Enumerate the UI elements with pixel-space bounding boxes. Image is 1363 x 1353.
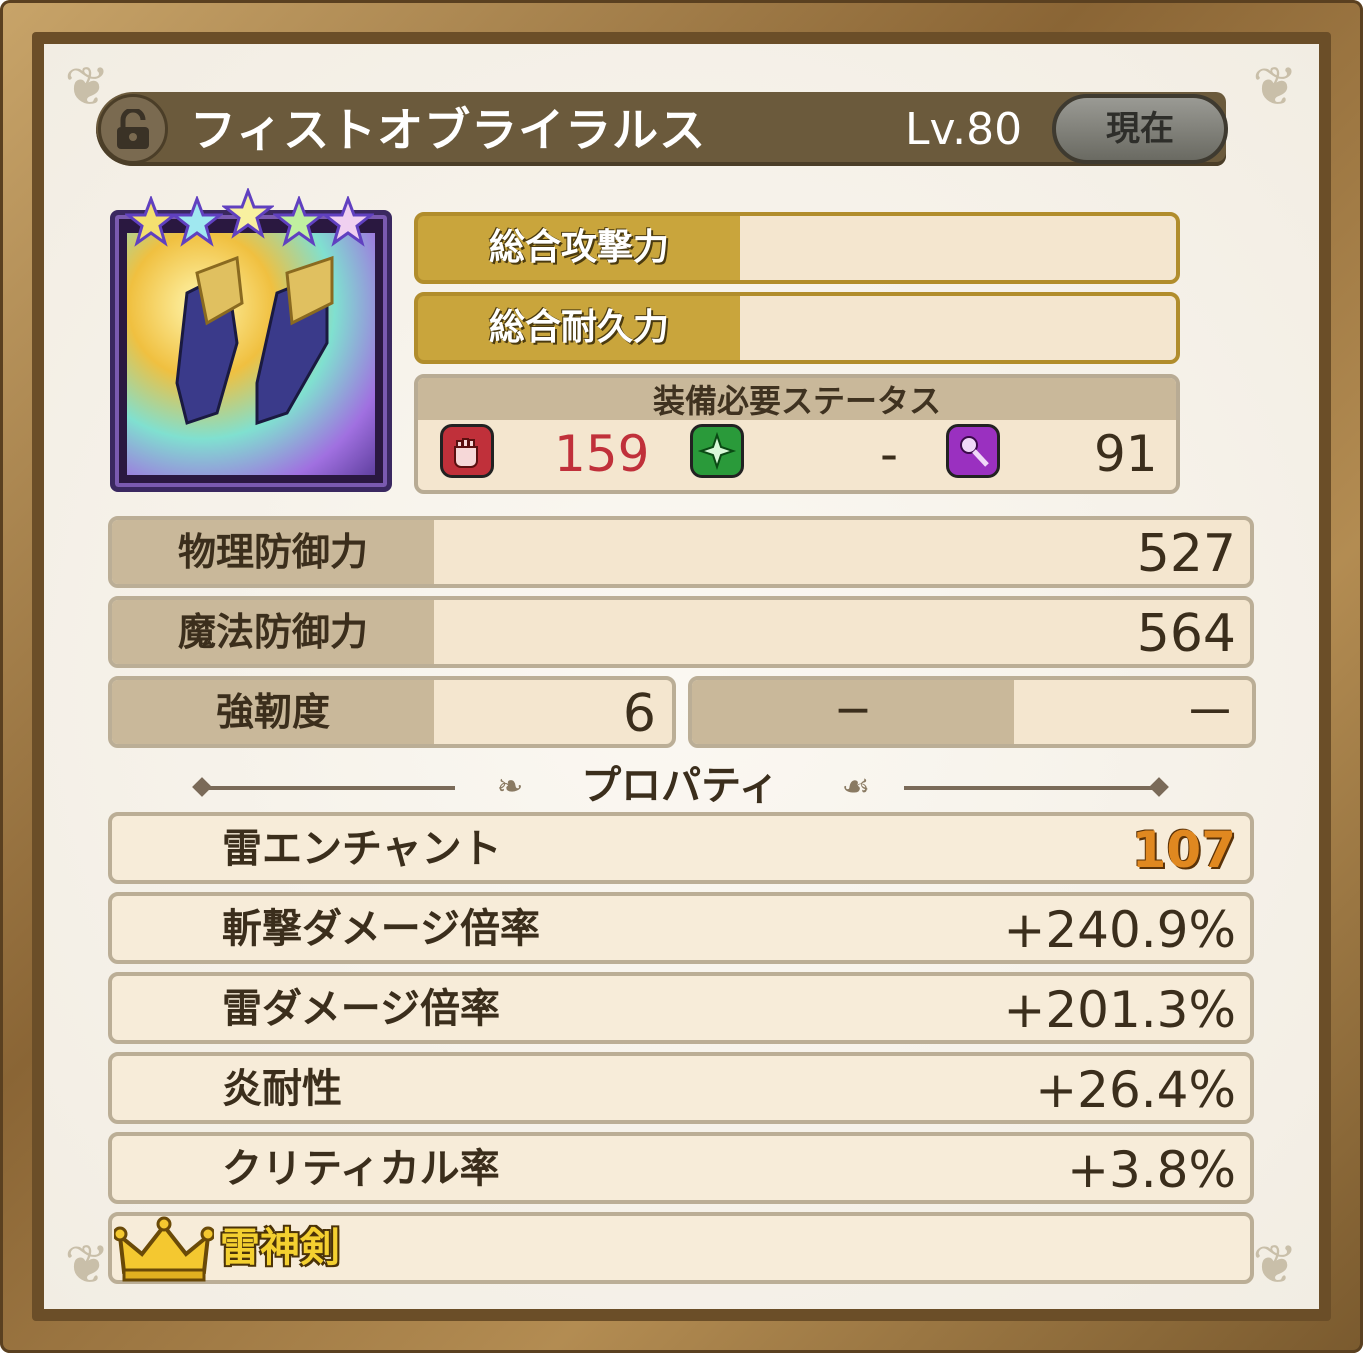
- property-value: +3.8%: [1067, 1141, 1236, 1199]
- property-label: 雷ダメージ倍率: [222, 986, 500, 1032]
- set-name: 雷神剣: [220, 1225, 340, 1271]
- property-row: 斬撃ダメージ倍率 +240.9%: [108, 892, 1254, 964]
- property-value: +26.4%: [1035, 1061, 1236, 1119]
- rarity-star-icon: [222, 188, 274, 239]
- property-row: 炎耐性 +26.4%: [108, 1052, 1254, 1124]
- property-label: 雷エンチャント: [222, 826, 502, 872]
- magic-defense-label: 魔法防御力: [112, 600, 434, 664]
- magic-defense-value: 564: [1136, 604, 1236, 664]
- corner-ornament-icon: ❦: [1252, 55, 1298, 118]
- property-label: 炎耐性: [222, 1066, 342, 1112]
- magic-defense-row: 魔法防御力 564: [108, 596, 1254, 668]
- rarity-star-icon: [322, 196, 374, 247]
- empty-stat-value: －: [1183, 684, 1236, 744]
- physical-defense-value: 527: [1136, 524, 1236, 584]
- toughness-value: 6: [622, 684, 656, 744]
- wand-icon: [946, 424, 1000, 478]
- total-durability-gauge: 総合耐久力: [414, 292, 1180, 364]
- item-level: Lv.80: [905, 104, 1023, 155]
- fist-icon: [440, 424, 494, 478]
- required-stats-box: 装備必要ステータス: [414, 374, 1180, 494]
- empty-stat-label: －: [692, 680, 1014, 744]
- current-button[interactable]: 現在: [1052, 94, 1228, 164]
- dexterity-required-value: -: [880, 425, 899, 483]
- gauntlets-icon: [127, 233, 375, 475]
- toughness-row: 強靭度 6: [108, 676, 676, 748]
- property-row: 雷エンチャント 107: [108, 812, 1254, 884]
- item-name: フィストオブライラルス: [190, 103, 707, 157]
- total-attack-label: 総合攻撃力: [488, 227, 669, 268]
- lock-icon[interactable]: [98, 94, 168, 164]
- divider-line: [904, 786, 1154, 790]
- rarity-star-icon: [273, 196, 325, 247]
- toughness-label: 強靭度: [112, 680, 434, 744]
- sparkle-icon: [690, 424, 744, 478]
- property-row: クリティカル率 +3.8%: [108, 1132, 1254, 1204]
- total-durability-bar: [740, 296, 1176, 360]
- property-value: +240.9%: [1003, 901, 1236, 959]
- properties-title: プロパティ: [581, 763, 779, 809]
- strength-required-value: 159: [554, 425, 650, 483]
- property-value: +201.3%: [1003, 981, 1236, 1039]
- flourish-icon: ❧: [496, 767, 524, 805]
- total-attack-bar: [740, 216, 1176, 280]
- rarity-star-icon: [171, 196, 223, 247]
- property-label: クリティカル率: [222, 1146, 500, 1192]
- physical-defense-row: 物理防御力 527: [108, 516, 1254, 588]
- property-label: 斬撃ダメージ倍率: [222, 906, 540, 952]
- flourish-icon: ☙: [841, 767, 871, 805]
- divider-line: [205, 786, 455, 790]
- property-value: 107: [1131, 821, 1236, 879]
- rarity-star-icon: [125, 196, 177, 247]
- empty-stat-row: － －: [688, 676, 1256, 748]
- total-attack-gauge: 総合攻撃力: [414, 212, 1180, 284]
- total-durability-label: 総合耐久力: [488, 307, 669, 348]
- physical-defense-label: 物理防御力: [112, 520, 434, 584]
- property-row: 雷ダメージ倍率 +201.3%: [108, 972, 1254, 1044]
- magic-required-value: 91: [1094, 425, 1158, 483]
- required-stats-title: 装備必要ステータス: [418, 378, 1176, 420]
- crown-icon: [112, 1214, 216, 1284]
